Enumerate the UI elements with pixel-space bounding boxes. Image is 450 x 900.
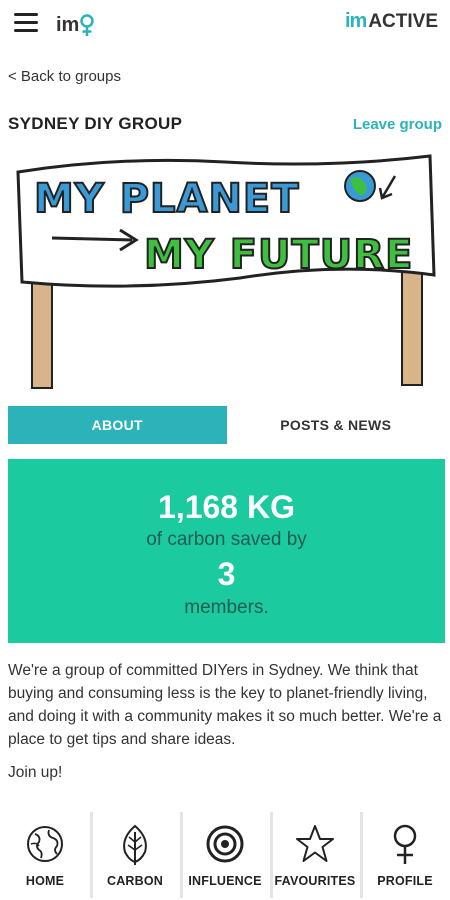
tab-about[interactable]: ABOUT	[8, 406, 227, 444]
group-title: SYDNEY DIY GROUP	[8, 114, 183, 133]
brand-active-text: ACTIVE	[368, 11, 438, 32]
carbon-saved-value: 1,168 KG	[158, 489, 295, 525]
nav-home[interactable]: HOME	[0, 810, 90, 900]
banner-text-line1: MY PLANET	[34, 176, 300, 222]
nav-favourites-label: FAVOURITES	[274, 874, 356, 888]
nav-carbon-label: CARBON	[106, 874, 164, 888]
target-icon	[205, 822, 245, 866]
nav-carbon[interactable]: CARBON	[90, 810, 180, 900]
group-description: We're a group of committed DIYers in Syd…	[8, 662, 442, 748]
bottom-navigation: HOME CARBON INFLUENCE FAVOURITES PROFILE	[0, 810, 450, 900]
top-bar: im im ACTIVE	[0, 0, 450, 50]
brand-logo: im ACTIVE	[345, 10, 438, 33]
leave-group-link[interactable]: Leave group	[353, 116, 442, 133]
carbon-saved-caption: of carbon saved by	[146, 529, 307, 550]
globe-icon	[25, 822, 65, 866]
nav-influence-label: INFLUENCE	[188, 874, 262, 888]
group-banner-image: MY PLANET MY FUTURE	[10, 150, 440, 395]
banner-text-line2: MY FUTURE	[144, 232, 413, 278]
female-symbol-icon	[385, 822, 425, 866]
nav-influence[interactable]: INFLUENCE	[180, 810, 270, 900]
tab-posts-news[interactable]: POSTS & NEWS	[226, 406, 445, 444]
nav-favourites[interactable]: FAVOURITES	[270, 810, 360, 900]
app-logo-text: im	[56, 13, 80, 36]
nav-profile-label: PROFILE	[377, 874, 433, 888]
group-tabs: ABOUT POSTS & NEWS	[8, 406, 445, 444]
join-up-text: Join up!	[8, 764, 63, 781]
banner-illustration: MY PLANET MY FUTURE	[16, 154, 436, 389]
members-count: 3	[217, 556, 236, 592]
female-symbol-icon	[80, 14, 95, 36]
leaf-icon	[115, 822, 155, 866]
back-to-groups-link[interactable]: < Back to groups	[8, 68, 121, 85]
carbon-stats-panel: 1,168 KG of carbon saved by 3 members.	[8, 459, 445, 643]
brand-im-text: im	[344, 10, 367, 32]
app-logo[interactable]: im	[56, 10, 95, 40]
nav-home-label: HOME	[25, 874, 65, 888]
menu-icon[interactable]	[14, 13, 38, 33]
star-icon	[295, 822, 335, 866]
nav-profile[interactable]: PROFILE	[360, 810, 450, 900]
members-caption: members.	[184, 597, 269, 618]
